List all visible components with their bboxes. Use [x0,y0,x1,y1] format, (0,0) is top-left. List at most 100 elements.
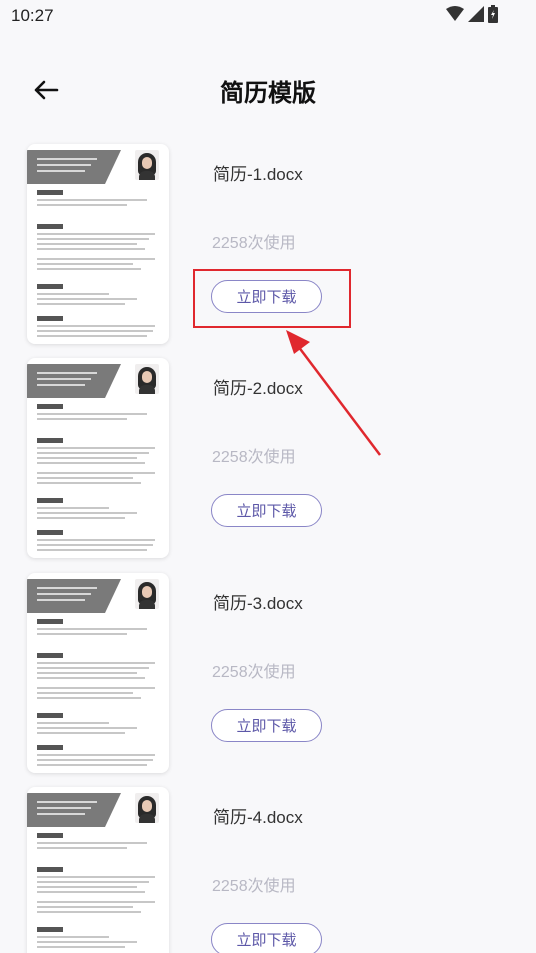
resume-thumbnail[interactable] [27,358,169,558]
resume-photo [135,793,159,823]
resume-section-heading [37,619,63,624]
resume-text-line [37,303,125,305]
resume-text-line [37,477,133,479]
wifi-icon [446,6,464,21]
app-bar: 简历模版 [0,60,536,120]
resume-header-line [37,599,85,601]
resume-text-line [37,462,145,464]
resume-section-heading [37,404,63,409]
template-file-name: 简历-1.docx [213,165,303,184]
resume-section-heading [37,530,63,535]
resume-header-line [37,807,91,809]
resume-text-line [37,263,133,265]
resume-header-line [37,158,97,160]
resume-text-line [37,447,155,449]
resume-thumbnail[interactable] [27,144,169,344]
resume-photo [135,364,159,394]
resume-text-line [37,946,125,948]
resume-text-line [37,677,145,679]
resume-text-line [37,549,147,551]
resume-header-line [37,593,91,595]
resume-text-line [37,268,141,270]
resume-text-line [37,238,149,240]
usage-count: 2258次使用 [212,449,296,466]
resume-text-line [37,258,155,260]
resume-text-line [37,233,155,235]
resume-text-line [37,901,155,903]
resume-header-band [27,579,121,613]
resume-text-line [37,697,141,699]
resume-text-line [37,886,137,888]
resume-text-line [37,759,153,761]
resume-section-heading [37,316,63,321]
resume-text-line [37,891,145,893]
resume-text-line [37,667,149,669]
resume-text-line [37,472,155,474]
signal-icon [468,6,484,22]
template-card: 简历-3.docx 2258次使用 立即下载 [0,569,536,783]
resume-text-line [37,876,155,878]
resume-text-line [37,418,127,420]
resume-text-line [37,687,155,689]
download-button[interactable]: 立即下载 [211,709,322,742]
resume-text-line [37,298,137,300]
resume-text-line [37,199,147,201]
resume-section-heading [37,745,63,750]
status-bar: 10:27 [0,0,536,34]
resume-header-line [37,801,97,803]
resume-header-line [37,164,91,166]
resume-text-line [37,847,127,849]
resume-text-line [37,633,127,635]
resume-text-line [37,413,147,415]
usage-count: 2258次使用 [212,664,296,681]
template-file-name: 简历-2.docx [213,379,303,398]
resume-section-heading [37,190,63,195]
resume-text-line [37,906,133,908]
template-card: 简历-4.docx 2258次使用 立即下载 [0,783,536,953]
download-button[interactable]: 立即下载 [211,494,322,527]
resume-header-line [37,813,85,815]
resume-header-band [27,150,121,184]
resume-text-line [37,335,147,337]
resume-thumbnail[interactable] [27,787,169,953]
status-time: 10:27 [11,6,54,25]
resume-text-line [37,539,155,541]
resume-text-line [37,662,155,664]
resume-section-heading [37,284,63,289]
resume-text-line [37,732,125,734]
resume-header-line [37,378,91,380]
resume-header-line [37,384,85,386]
page-title: 简历模版 [220,79,316,107]
template-file-name: 简历-4.docx [213,808,303,827]
resume-section-heading [37,498,63,503]
battery-icon [488,5,498,23]
resume-text-line [37,507,109,509]
resume-section-heading [37,713,63,718]
template-card: 简历-2.docx 2258次使用 立即下载 [0,354,536,568]
resume-text-line [37,911,141,913]
resume-text-line [37,936,109,938]
download-button[interactable]: 立即下载 [211,923,322,953]
resume-text-line [37,628,147,630]
resume-section-heading [37,653,63,658]
resume-section-heading [37,927,63,932]
resume-section-heading [37,438,63,443]
resume-header-band [27,364,121,398]
resume-text-line [37,692,133,694]
resume-thumbnail[interactable] [27,573,169,773]
resume-header-line [37,587,97,589]
resume-photo [135,150,159,180]
resume-text-line [37,243,137,245]
resume-text-line [37,204,127,206]
resume-text-line [37,325,155,327]
resume-text-line [37,248,145,250]
resume-photo [135,579,159,609]
resume-section-heading [37,224,63,229]
resume-text-line [37,722,109,724]
resume-text-line [37,293,109,295]
resume-header-band [27,793,121,827]
annotation-highlight-box [193,269,351,328]
usage-count: 2258次使用 [212,878,296,895]
resume-text-line [37,672,137,674]
resume-section-heading [37,833,63,838]
